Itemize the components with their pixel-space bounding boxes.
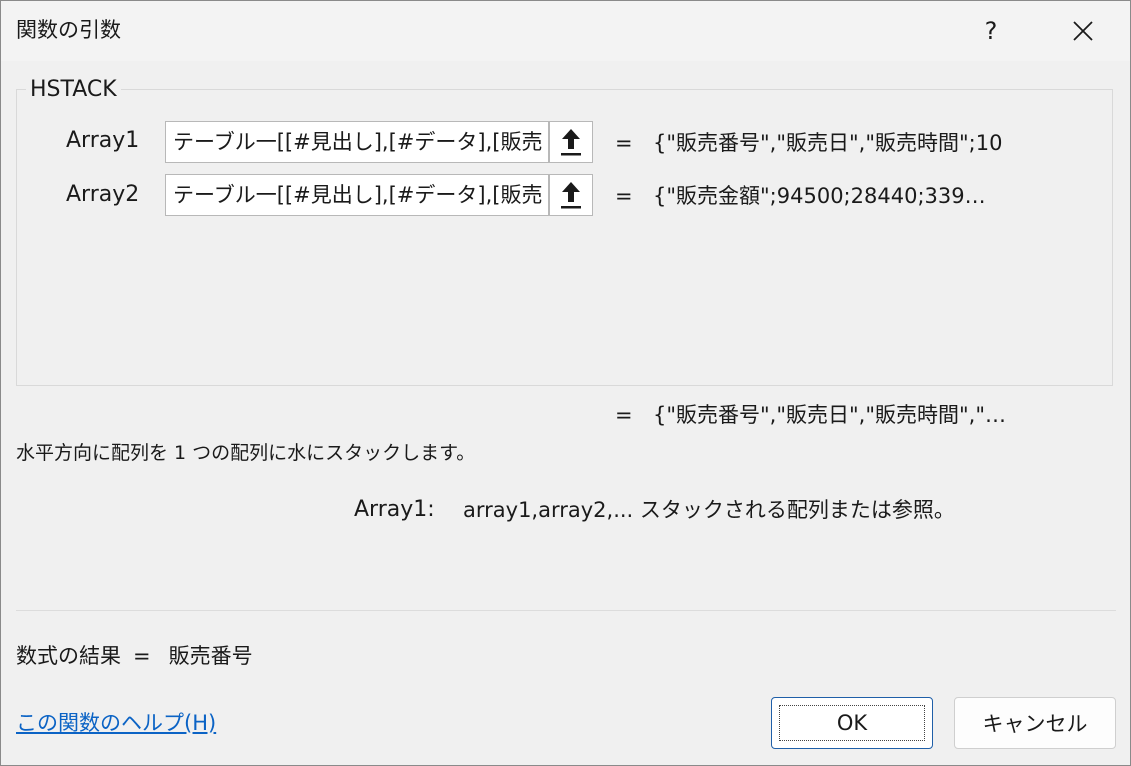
array1-input[interactable]: テーブル一[[#見出し],[#データ],[販売 bbox=[165, 121, 549, 163]
function-help-link[interactable]: この関数のヘルプ(H) bbox=[16, 708, 216, 738]
collapse-dialog-arrow-icon bbox=[561, 129, 581, 156]
ok-button[interactable]: OK bbox=[771, 697, 933, 749]
arg-equals: = bbox=[615, 184, 633, 208]
collapse-dialog-arrow-icon bbox=[561, 182, 581, 209]
formula-result-value: 販売番号 bbox=[168, 644, 253, 668]
ok-button-label: OK bbox=[836, 711, 868, 735]
arg-label-array2: Array2 bbox=[66, 182, 140, 207]
array1-ref-button[interactable] bbox=[549, 121, 593, 163]
result-preview: {"販売番号","販売日","販売時間","… bbox=[653, 403, 1006, 427]
title-bar: 関数の引数 ? bbox=[1, 1, 1130, 61]
formula-result-equals: = bbox=[133, 644, 151, 668]
arg-help-text: array1,array2,... スタックされる配列または参照。 bbox=[463, 498, 955, 522]
formula-result: 数式の結果 = 販売番号 bbox=[16, 641, 253, 671]
formula-result-label: 数式の結果 bbox=[16, 644, 121, 668]
dialog-title: 関数の引数 bbox=[16, 18, 121, 42]
array2-result: {"販売金額";94500;28440;339… bbox=[653, 184, 986, 208]
cancel-button[interactable]: キャンセル bbox=[954, 697, 1116, 749]
arg-label-array1: Array1 bbox=[66, 128, 140, 153]
dialog-body: HSTACK Array1 テーブル一[[#見出し],[#データ],[販売 = … bbox=[1, 61, 1130, 765]
arg-help-name: Array1: bbox=[354, 497, 435, 522]
array2-input[interactable]: テーブル一[[#見出し],[#データ],[販売 bbox=[165, 174, 549, 216]
cancel-button-label: キャンセル bbox=[982, 712, 1088, 736]
close-icon bbox=[1073, 21, 1093, 41]
function-name: HSTACK bbox=[26, 75, 121, 105]
arg-equals: = bbox=[615, 131, 633, 155]
result-preview-equals: = bbox=[615, 403, 633, 427]
help-button[interactable]: ? bbox=[963, 11, 1019, 51]
close-button[interactable] bbox=[1053, 11, 1113, 51]
array2-ref-button[interactable] bbox=[549, 174, 593, 216]
function-description: 水平方向に配列を 1 つの配列に水にスタックします。 bbox=[16, 442, 476, 464]
divider bbox=[16, 610, 1116, 611]
function-arguments-dialog: 関数の引数 ? HSTACK Array1 テーブル一[[#見出し],[#データ… bbox=[0, 0, 1131, 766]
array1-result: {"販売番号","販売日","販売時間";10 bbox=[653, 131, 1003, 155]
